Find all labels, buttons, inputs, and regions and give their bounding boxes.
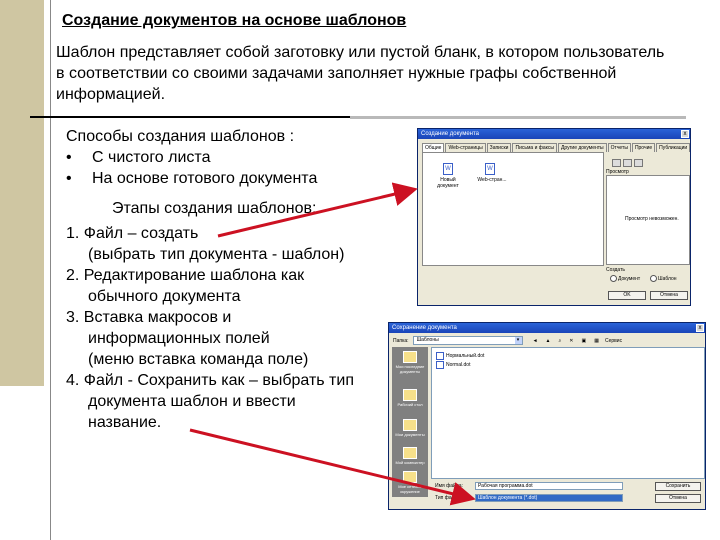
arrow-to-save-dialog <box>189 428 476 506</box>
arrow-to-new-dialog <box>217 182 418 238</box>
annotation-arrows <box>189 182 476 506</box>
